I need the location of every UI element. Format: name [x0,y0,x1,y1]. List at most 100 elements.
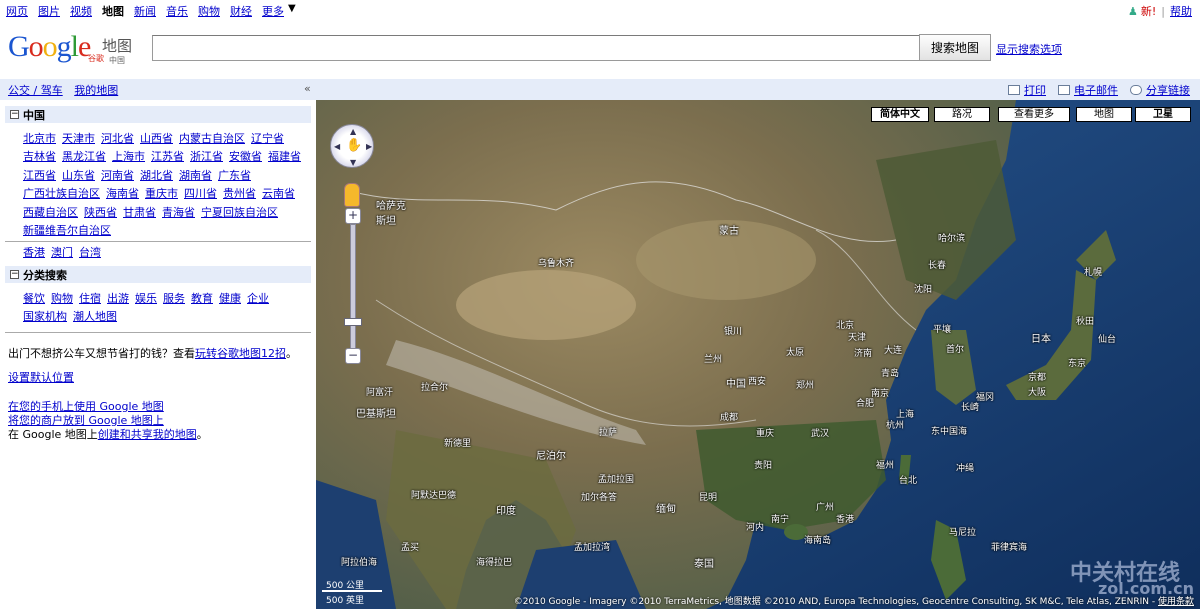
nav-item-3[interactable]: 地图 [102,3,124,19]
directions-link[interactable]: 公交 / 驾车 [8,84,63,97]
create-maps-link[interactable]: 创建和共享我的地图 [98,428,197,441]
email-link[interactable]: 电子邮件 [1074,82,1118,98]
region-link[interactable]: 澳门 [51,246,73,259]
toolbar: 公交 / 驾车 我的地图 « 打印 电子邮件 分享链接 [0,79,1200,100]
nav-item-1[interactable]: 图片 [38,3,60,19]
map-type-traffic[interactable]: 路况 [934,107,990,122]
tips-link[interactable]: 玩转谷歌地图12招 [195,347,286,360]
terms-link[interactable]: 使用条款 [1158,597,1194,607]
map-label-changchun: 长春 [928,261,947,271]
nav-item-7[interactable]: 财经 [230,3,252,19]
map-canvas[interactable]: 简体中文 路况 查看更多 地图 卫星 ▲ ▼ ◀ ▶ ✋ + − 哈萨克 斯坦蒙… [316,100,1200,609]
province-link[interactable]: 海南省 [106,187,139,200]
category-link[interactable]: 购物 [51,292,73,305]
province-link[interactable]: 上海市 [112,150,145,163]
province-link[interactable]: 天津市 [62,132,95,145]
province-link[interactable]: 江西省 [23,169,56,182]
search-input[interactable] [152,35,920,61]
province-link[interactable]: 广东省 [218,169,251,182]
nav-item-5[interactable]: 音乐 [166,3,188,19]
map-label-kunming: 昆明 [699,493,718,503]
zoom-out-button[interactable]: − [345,348,361,364]
province-link[interactable]: 西藏自治区 [23,206,78,219]
zoom-in-button[interactable]: + [345,208,361,224]
province-link[interactable]: 吉林省 [23,150,56,163]
province-link[interactable]: 甘肃省 [123,206,156,219]
province-link[interactable]: 湖北省 [140,169,173,182]
google-maps-logo[interactable]: Google 谷歌 地图 中国 [8,31,138,69]
zoom-slider-thumb[interactable] [344,318,362,326]
region-link[interactable]: 香港 [23,246,45,259]
map-label-kazakhstan: 哈萨克 斯坦 [376,201,406,227]
province-link[interactable]: 四川省 [184,187,217,200]
map-type-simplified-chinese[interactable]: 简体中文 [871,107,929,122]
nav-item-0[interactable]: 网页 [6,3,28,19]
province-link[interactable]: 重庆市 [145,187,178,200]
collapse-toggle-icon[interactable]: − [10,270,19,279]
pan-left-icon[interactable]: ◀ [334,142,340,151]
zoom-slider-track[interactable] [350,224,356,364]
search-options-link[interactable]: 显示搜索选项 [996,41,1062,57]
category-link[interactable]: 企业 [247,292,269,305]
category-section-header[interactable]: − 分类搜索 [5,266,311,283]
province-link[interactable]: 河南省 [101,169,134,182]
category-link[interactable]: 住宿 [79,292,101,305]
nav-item-6[interactable]: 购物 [198,3,220,19]
category-link[interactable]: 潮人地图 [73,310,117,323]
category-link[interactable]: 健康 [219,292,241,305]
nav-item-2[interactable]: 视频 [70,3,92,19]
category-link[interactable]: 国家机构 [23,310,67,323]
help-link[interactable]: 帮助 [1170,3,1192,19]
province-link[interactable]: 陕西省 [84,206,117,219]
collapse-panel-button[interactable]: « [304,82,311,95]
province-link[interactable]: 宁夏回族自治区 [201,206,278,219]
province-link[interactable]: 浙江省 [190,150,223,163]
category-link[interactable]: 娱乐 [135,292,157,305]
province-link[interactable]: 安徽省 [229,150,262,163]
category-link[interactable]: 出游 [107,292,129,305]
more-dropdown-icon[interactable]: ▼ [288,3,296,19]
map-label-mongolia: 蒙古 [719,226,739,237]
province-link[interactable]: 北京市 [23,132,56,145]
category-link[interactable]: 教育 [191,292,213,305]
search-maps-button[interactable]: 搜索地图 [919,34,991,61]
province-link[interactable]: 江苏省 [151,150,184,163]
map-type-satellite[interactable]: 卫星 [1135,107,1191,122]
province-link[interactable]: 青海省 [162,206,195,219]
default-location-link[interactable]: 设置默认位置 [8,369,74,385]
province-link[interactable]: 山西省 [140,132,173,145]
collapse-toggle-icon[interactable]: − [10,110,19,119]
province-link[interactable]: 山东省 [62,169,95,182]
province-link[interactable]: 广西壮族自治区 [23,187,100,200]
province-link[interactable]: 辽宁省 [251,132,284,145]
region-link[interactable]: 台湾 [79,246,101,259]
province-link[interactable]: 河北省 [101,132,134,145]
province-link[interactable]: 贵州省 [223,187,256,200]
my-maps-link[interactable]: 我的地图 [74,84,118,97]
street-view-pegman-icon[interactable] [344,183,360,207]
category-link[interactable]: 服务 [163,292,185,305]
map-type-more[interactable]: 查看更多 [998,107,1070,122]
pan-down-icon[interactable]: ▼ [350,158,356,167]
share-link[interactable]: 分享链接 [1146,82,1190,98]
province-link[interactable]: 云南省 [262,187,295,200]
pan-right-icon[interactable]: ▶ [366,142,372,151]
print-icon [1008,85,1020,95]
map-label-dalian: 大连 [884,346,903,356]
new-badge[interactable]: 新! [1141,3,1156,19]
province-link[interactable]: 内蒙古自治区 [179,132,245,145]
region-links: 香港 澳门 台湾 [23,244,107,260]
map-type-map[interactable]: 地图 [1076,107,1132,122]
province-link[interactable]: 新疆维吾尔自治区 [23,224,111,237]
china-section-header[interactable]: − 中国 [5,106,311,123]
province-link[interactable]: 湖南省 [179,169,212,182]
scale-bar: 500 公里 500 英里 [322,578,412,606]
print-link[interactable]: 打印 [1024,82,1046,98]
nav-item-8[interactable]: 更多 [262,3,284,19]
category-link[interactable]: 餐饮 [23,292,45,305]
pan-up-icon[interactable]: ▲ [350,127,356,136]
province-link[interactable]: 福建省 [268,150,301,163]
nav-item-4[interactable]: 新闻 [134,3,156,19]
province-link[interactable]: 黑龙江省 [62,150,106,163]
pan-control[interactable]: ▲ ▼ ◀ ▶ ✋ [330,124,374,168]
